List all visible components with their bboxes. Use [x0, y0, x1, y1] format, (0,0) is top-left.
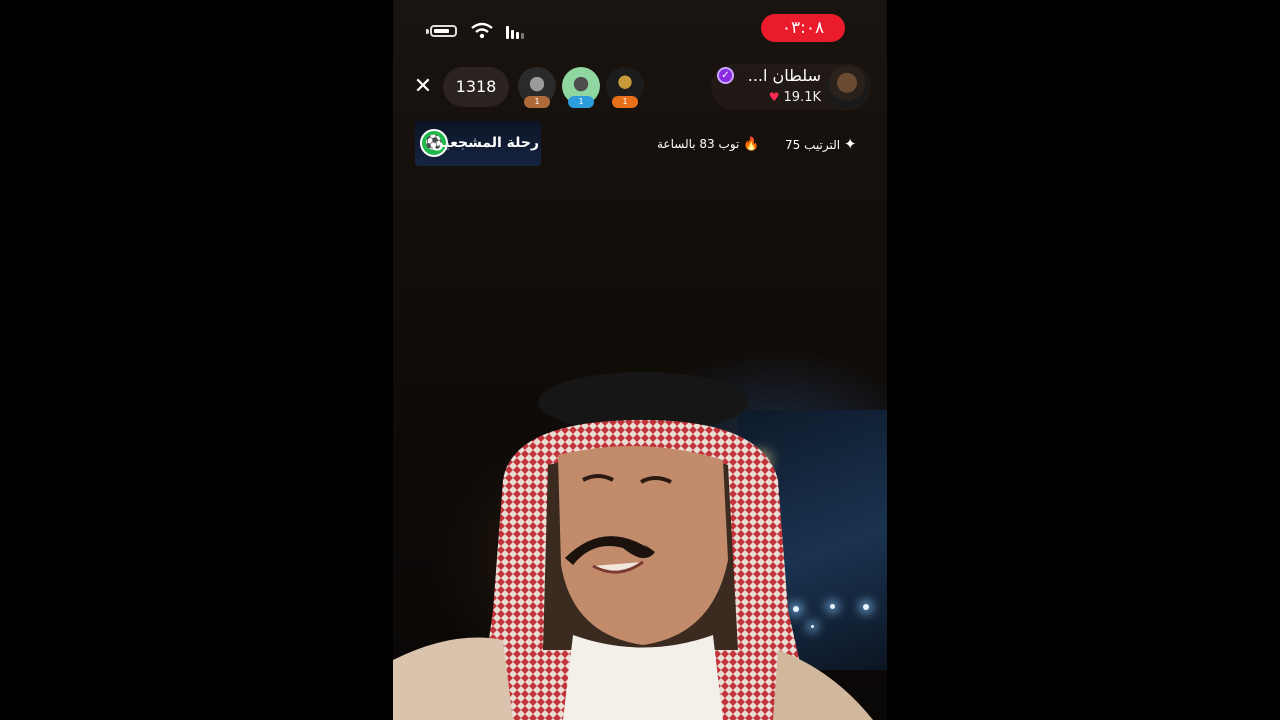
streamer-video	[393, 372, 873, 720]
viewer-rank-badge: 1	[524, 96, 550, 108]
hourly-rank-chip[interactable]: توب 83 بالساعة 🔥	[657, 134, 759, 154]
hourly-rank-text: توب 83 بالساعة	[657, 137, 740, 151]
signal-icon	[506, 26, 524, 39]
viewer-count[interactable]: 1318	[443, 67, 509, 107]
close-button[interactable]: ✕	[411, 76, 435, 100]
viewer-rank-badge: 1	[612, 96, 638, 108]
top-viewer-avatar[interactable]: 1	[562, 67, 600, 108]
host-likes: ♥ 19.1K	[769, 90, 821, 105]
top-viewer-avatar[interactable]: 1	[518, 67, 556, 108]
heart-icon: ♥	[768, 90, 780, 104]
top-viewer-avatar[interactable]: 1	[606, 67, 644, 108]
sponsor-banner[interactable]: ⚽ رحلة المشجعين	[415, 121, 541, 166]
viewer-rank-badge: 1	[568, 96, 594, 108]
battery-icon	[430, 25, 457, 37]
battery-tip	[426, 29, 429, 34]
sponsor-label: رحلة المشجعين	[431, 135, 539, 151]
verified-badge-icon: ✓	[717, 67, 734, 84]
host-profile[interactable]: ✓ سلطان ا... ♥ 19.1K	[711, 64, 871, 110]
fire-icon: 🔥	[743, 137, 760, 152]
status-bar: ٠٣:٠٨	[393, 14, 887, 44]
host-avatar[interactable]	[826, 66, 868, 108]
host-name: سلطان ا...	[747, 66, 821, 85]
rank-text: الترتيب 75	[785, 138, 841, 152]
host-likes-count: 19.1K	[783, 90, 821, 105]
live-stream-view: ٠٣:٠٨ ✕ 1318 1 1 1 ✓ سلطان ا... ♥ 19.1K ⚽…	[393, 0, 887, 720]
close-icon: ✕	[413, 74, 433, 99]
live-timer: ٠٣:٠٨	[761, 14, 845, 42]
wifi-icon	[471, 22, 493, 39]
rank-chip[interactable]: الترتيب 75 ✦	[785, 134, 856, 154]
rank-icon: ✦	[843, 135, 857, 153]
